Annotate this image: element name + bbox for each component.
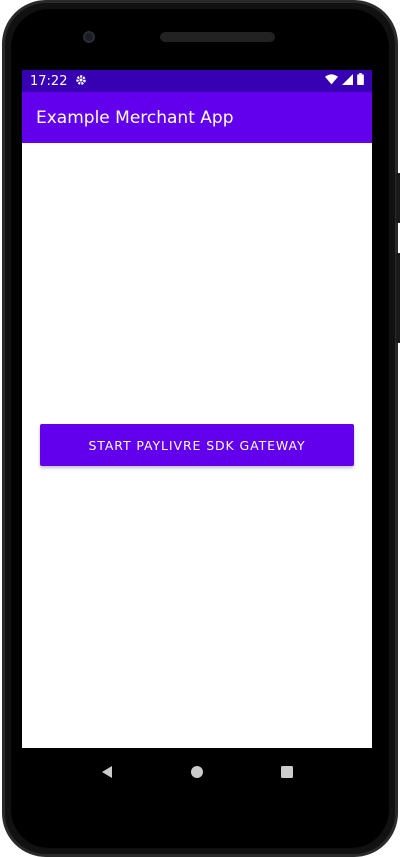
recents-icon[interactable] [272, 757, 302, 787]
power-button [396, 173, 400, 223]
device-screen: 17:22 Example Merchant App START PAYLIVR… [22, 70, 372, 748]
status-icons [325, 73, 364, 89]
app-bar: Example Merchant App [22, 92, 372, 143]
signal-icon [342, 73, 353, 89]
navigation-bar [22, 748, 372, 796]
volume-button [396, 253, 400, 343]
settings-icon [75, 74, 87, 89]
status-time: 17:22 [30, 73, 68, 89]
status-bar: 17:22 [22, 70, 372, 92]
wifi-icon [325, 73, 338, 89]
front-camera [83, 31, 95, 43]
battery-icon [357, 73, 364, 89]
main-content: START PAYLIVRE SDK GATEWAY [22, 143, 372, 748]
start-paylivre-sdk-gateway-button[interactable]: START PAYLIVRE SDK GATEWAY [40, 424, 354, 466]
start-button-label: START PAYLIVRE SDK GATEWAY [88, 437, 306, 453]
home-icon[interactable] [182, 757, 212, 787]
earpiece-speaker [160, 32, 275, 42]
app-title: Example Merchant App [36, 107, 234, 128]
back-icon[interactable] [92, 757, 122, 787]
